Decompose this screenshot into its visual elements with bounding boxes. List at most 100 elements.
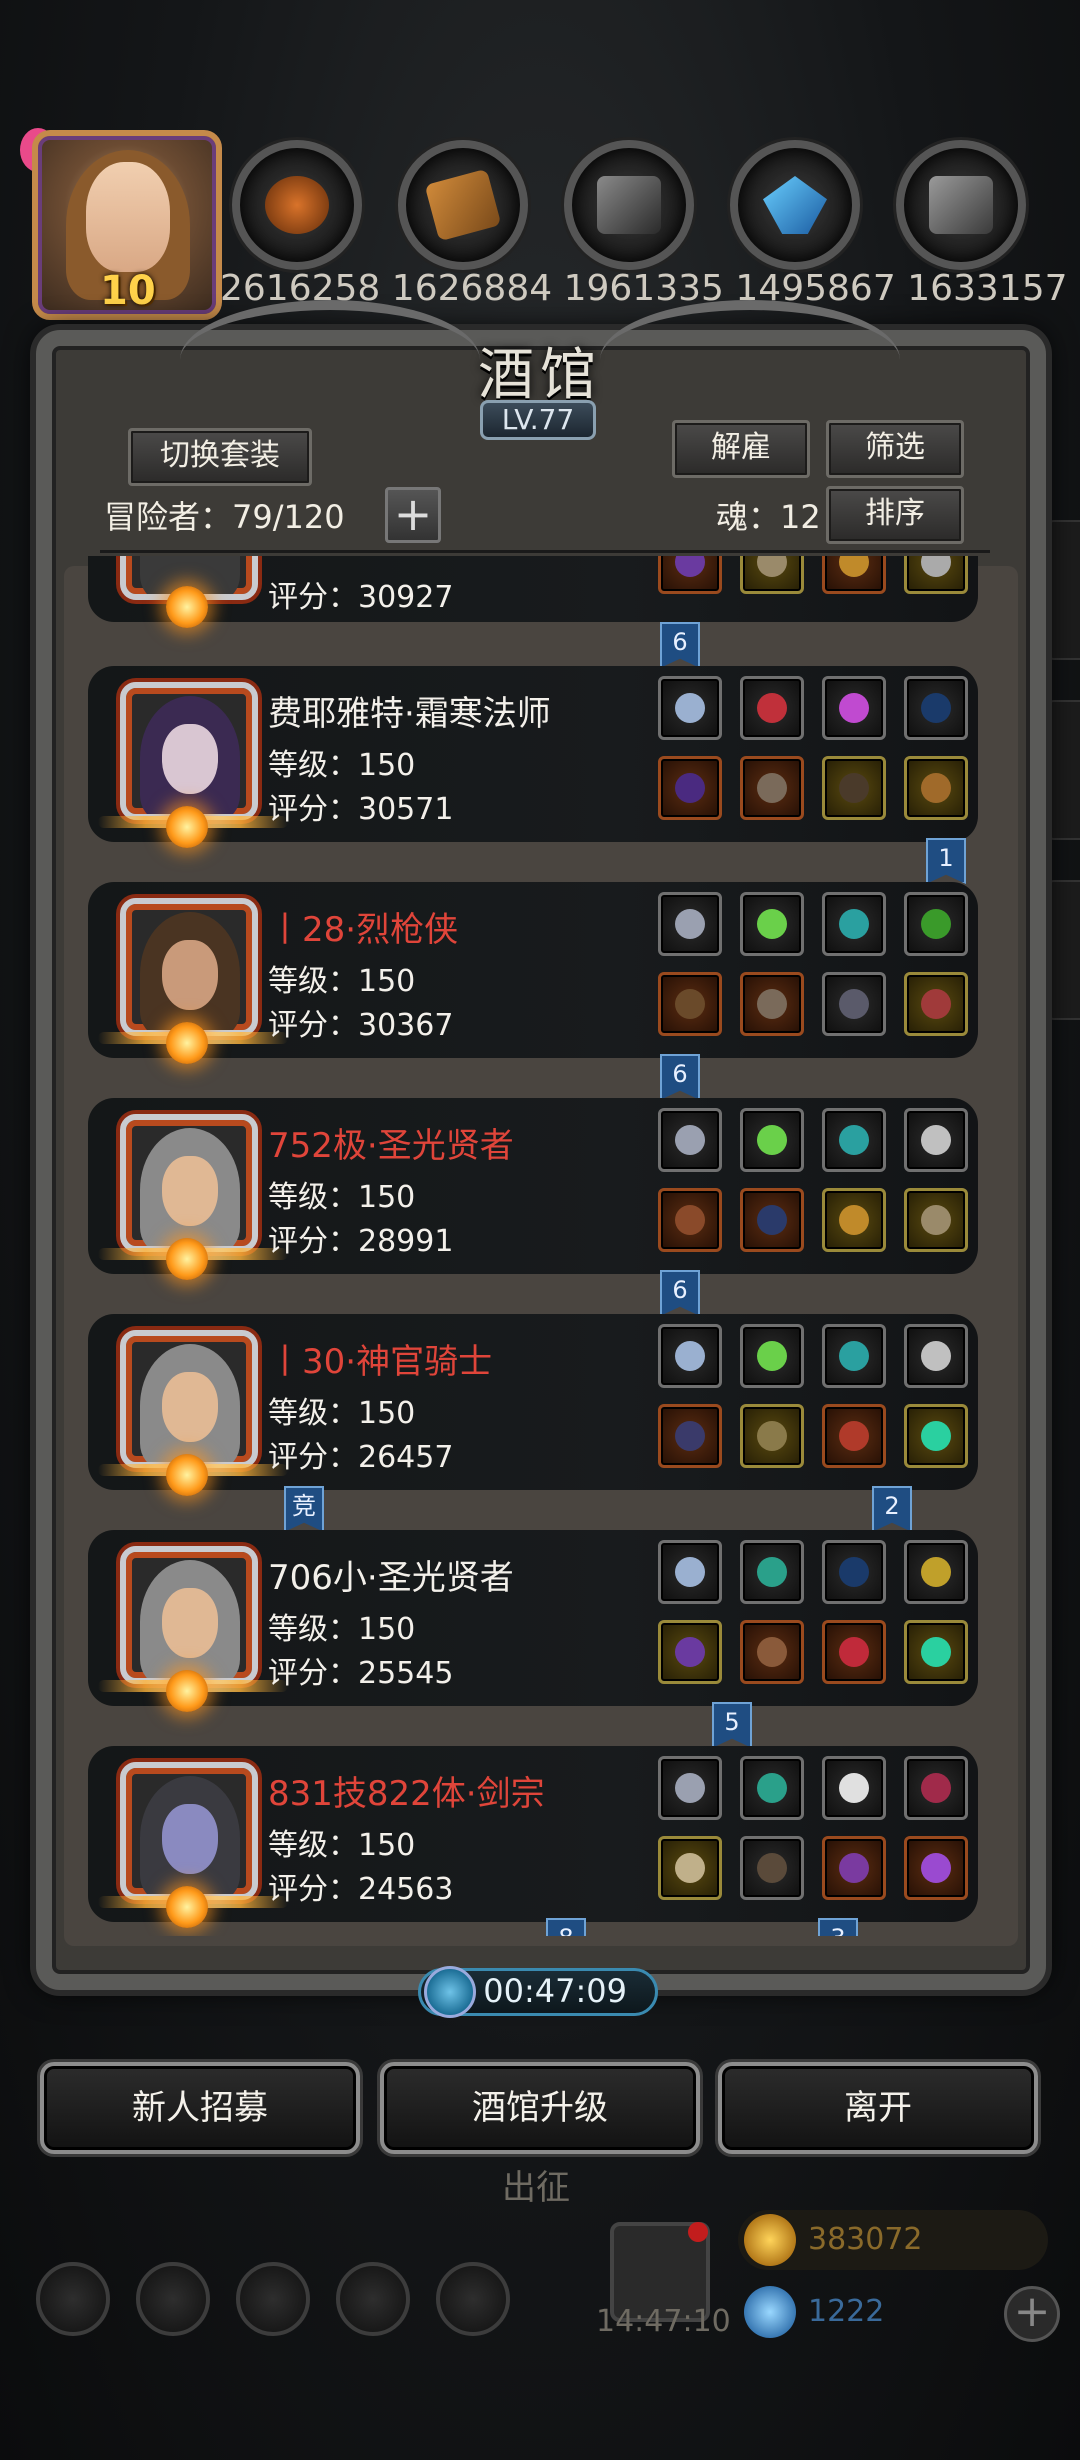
equipment-slot[interactable] (740, 1756, 804, 1820)
equipment-slot[interactable] (658, 1108, 722, 1172)
hero-card[interactable]: 706小·圣光贤者 等级：150 评分：25545 (88, 1530, 978, 1712)
adventurer-count: 冒险者：79/120 (104, 498, 345, 536)
equipment-slot[interactable] (658, 1756, 722, 1820)
food-icon[interactable] (232, 140, 362, 270)
hero-portrait (120, 1762, 258, 1900)
side-tab[interactable] (1046, 520, 1080, 660)
hero-card[interactable]: 丨30·神官骑士 等级：150 评分：26457 (88, 1314, 978, 1496)
hero-name: 706小·圣光贤者 (268, 1558, 514, 1598)
divider (100, 550, 990, 553)
equipment-slot[interactable] (658, 972, 722, 1036)
upgrade-tavern-button[interactable]: 酒馆升级 (380, 2062, 700, 2154)
hero-name: 费耶雅特·霜寒法师 (268, 694, 551, 734)
hero-card[interactable]: 丨28·烈枪侠 等级：150 评分：30367 (88, 882, 978, 1064)
tag-badge: 2 (872, 1486, 912, 1532)
equipment-slots (658, 1756, 978, 1916)
equipment-slot[interactable] (822, 1108, 886, 1172)
equipment-slot[interactable] (740, 1540, 804, 1604)
equipment-slot[interactable] (658, 756, 722, 820)
dismiss-button[interactable]: 解雇 (672, 420, 810, 478)
equipment-slot[interactable] (740, 1324, 804, 1388)
equipment-slot[interactable] (740, 1404, 804, 1468)
achievement-icon[interactable] (136, 2262, 210, 2336)
recruit-button[interactable]: 新人招募 (40, 2062, 360, 2154)
equipment-slot[interactable] (822, 756, 886, 820)
iron-icon[interactable] (564, 140, 694, 270)
equipment-slot[interactable] (904, 1540, 968, 1604)
gem-amount: 1222 (808, 2294, 885, 2329)
hero-score: 评分：28991 (268, 1224, 454, 1259)
hero-card[interactable]: 831技822体·剑宗 等级：150 评分：24563 (88, 1746, 978, 1928)
shield-icon[interactable] (436, 2262, 510, 2336)
hero-list[interactable]: 评分：30927 6 费耶雅特·霜寒法师 等级：150 评分：30571 1 丨… (88, 556, 988, 1936)
equipment-slot[interactable] (822, 1620, 886, 1684)
equipment-slot[interactable] (658, 1620, 722, 1684)
add-currency-button[interactable]: + (1004, 2286, 1060, 2342)
equipment-slot[interactable] (904, 1324, 968, 1388)
leave-button[interactable]: 离开 (718, 2062, 1038, 2154)
tag-badge: 6 (660, 1270, 700, 1316)
equipment-slot[interactable] (740, 972, 804, 1036)
filter-button[interactable]: 筛选 (826, 420, 964, 478)
equipment-slot[interactable] (904, 1188, 968, 1252)
equipment-slot[interactable] (822, 972, 886, 1036)
equipment-slot[interactable] (740, 1620, 804, 1684)
equipment-slot[interactable] (822, 1324, 886, 1388)
equipment-slot[interactable] (904, 1108, 968, 1172)
hero-level: 等级：150 (268, 1180, 416, 1215)
side-tab[interactable] (1046, 880, 1080, 1020)
equipment-slot[interactable] (740, 1188, 804, 1252)
equipment-slot[interactable] (740, 1836, 804, 1900)
equipment-slot[interactable] (740, 1108, 804, 1172)
hero-card[interactable]: 752极·圣光贤者 等级：150 评分：28991 (88, 1098, 978, 1280)
equipment-slot[interactable] (658, 1324, 722, 1388)
equipment-slot[interactable] (658, 1404, 722, 1468)
equipment-slot[interactable] (822, 1540, 886, 1604)
gem-icon (744, 2286, 796, 2338)
equipment-slot[interactable] (904, 1836, 968, 1900)
wood-icon[interactable] (398, 140, 528, 270)
crystal-icon[interactable] (730, 140, 860, 270)
equipment-slot[interactable] (904, 972, 968, 1036)
rank-emblem-icon (166, 1670, 208, 1712)
equipment-slot[interactable] (904, 756, 968, 820)
mail-icon[interactable] (336, 2262, 410, 2336)
equipment-slot[interactable] (904, 892, 968, 956)
guild-icon[interactable] (236, 2262, 310, 2336)
equipment-slot[interactable] (822, 1404, 886, 1468)
equipment-slot[interactable] (658, 892, 722, 956)
rank-emblem-icon (166, 806, 208, 848)
equipment-slot[interactable] (658, 1540, 722, 1604)
hero-score: 评分：25545 (268, 1656, 454, 1691)
equipment-slot[interactable] (904, 1404, 968, 1468)
hero-level: 等级：150 (268, 1612, 416, 1647)
add-adventurer-slot-button[interactable]: + (385, 487, 441, 543)
settings-icon[interactable] (36, 2262, 110, 2336)
equipment-slot[interactable] (658, 1836, 722, 1900)
soul-count: 魂：12 (716, 498, 821, 536)
equipment-slot[interactable] (740, 756, 804, 820)
equipment-slots (658, 892, 978, 1052)
hero-score: 评分：30367 (268, 1008, 454, 1043)
equipment-slot[interactable] (904, 676, 968, 740)
equipment-slot[interactable] (822, 676, 886, 740)
equipment-slot[interactable] (740, 892, 804, 956)
rank-emblem-icon (166, 1022, 208, 1064)
stone-icon[interactable] (896, 140, 1026, 270)
side-tab[interactable] (1046, 700, 1080, 840)
equipment-slot[interactable] (904, 1620, 968, 1684)
hero-card[interactable]: 评分：30927 (88, 556, 978, 628)
wood-value: 1626884 (391, 268, 553, 309)
equipment-slot[interactable] (658, 1188, 722, 1252)
equipment-slot[interactable] (822, 1188, 886, 1252)
equipment-slots (658, 1540, 978, 1700)
sort-button[interactable]: 排序 (826, 486, 964, 544)
equipment-slot[interactable] (822, 1756, 886, 1820)
hero-card[interactable]: 费耶雅特·霜寒法师 等级：150 评分：30571 (88, 666, 978, 848)
equipment-slot[interactable] (822, 1836, 886, 1900)
equipment-slot[interactable] (740, 676, 804, 740)
equipment-slot[interactable] (904, 1756, 968, 1820)
switch-outfit-button[interactable]: 切换套装 (128, 428, 312, 486)
equipment-slot[interactable] (822, 892, 886, 956)
equipment-slot[interactable] (658, 676, 722, 740)
